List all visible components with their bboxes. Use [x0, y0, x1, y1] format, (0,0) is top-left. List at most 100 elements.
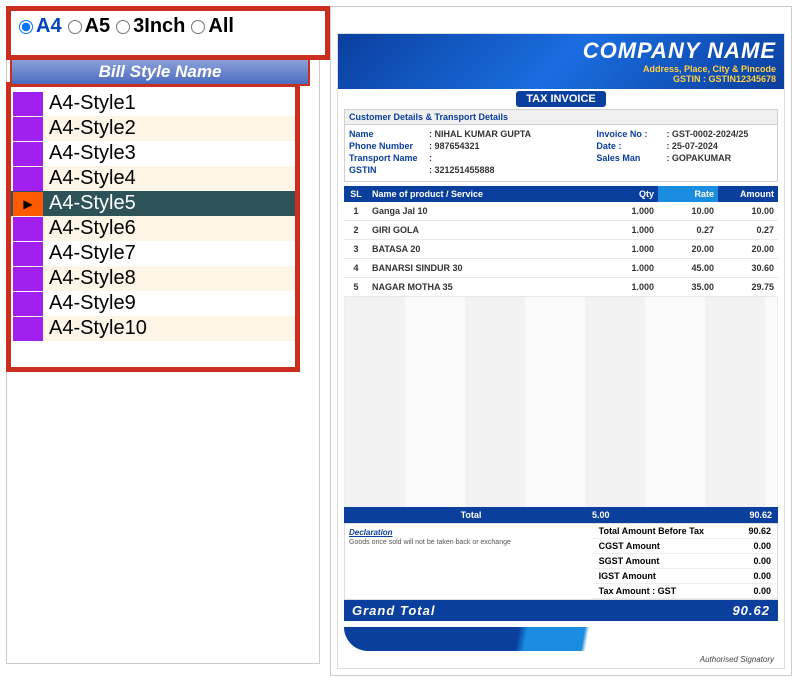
taxgst-lbl: Tax Amount : GST	[599, 586, 677, 596]
bottom-block: Declaration Goods once sold will not be …	[344, 523, 778, 600]
invoice-preview-panel: COMPANY NAME Address, Place, City & Pinc…	[330, 6, 792, 676]
col-amount: Amount	[718, 186, 778, 202]
item-name: BATASA 20	[368, 240, 598, 259]
radio-a5-input[interactable]	[68, 20, 82, 34]
total-qty: 5.00	[592, 510, 652, 520]
radio-3inch[interactable]: 3Inch	[116, 15, 185, 38]
item-row: 5NAGAR MOTHA 351.00035.0029.75	[344, 278, 778, 297]
style-color-marker	[13, 92, 43, 116]
style-row[interactable]: A4-Style8	[11, 266, 295, 291]
invno-val: : GST-0002-2024/25	[666, 129, 748, 139]
style-row[interactable]: A4-Style10	[11, 316, 295, 341]
style-color-marker	[13, 317, 43, 341]
arrow-right-icon: ▶	[13, 192, 43, 216]
radio-a4[interactable]: A4	[19, 15, 62, 38]
col-name: Name of product / Service	[368, 186, 598, 202]
item-rate: 35.00	[658, 278, 718, 297]
items-table: SL Name of product / Service Qty Rate Am…	[344, 186, 778, 297]
igst-lbl: IGST Amount	[599, 571, 656, 581]
cust-phone-lbl: Phone Number	[349, 141, 429, 151]
declaration-box: Declaration Goods once sold will not be …	[345, 524, 593, 599]
company-address: Address, Place, City & Pincode	[346, 64, 776, 74]
item-qty: 1.000	[598, 202, 658, 221]
style-row[interactable]: A4-Style4	[11, 166, 295, 191]
style-row-label: A4-Style5	[49, 192, 295, 215]
cust-gstin-lbl: GSTIN	[349, 165, 429, 175]
cust-trans-val: :	[429, 153, 432, 163]
item-qty: 1.000	[598, 278, 658, 297]
authorised-signatory: Authorised Signatory	[338, 655, 774, 664]
customer-details-header: Customer Details & Transport Details	[345, 110, 777, 125]
style-row-label: A4-Style9	[49, 292, 295, 315]
item-sl: 1	[344, 202, 368, 221]
col-rate: Rate	[658, 186, 718, 202]
cgst-val: 0.00	[753, 541, 771, 551]
cgst-lbl: CGST Amount	[599, 541, 660, 551]
item-row: 2GIRI GOLA1.0000.270.27	[344, 221, 778, 240]
style-row-label: A4-Style7	[49, 242, 295, 265]
style-row-label: A4-Style8	[49, 267, 295, 290]
style-row[interactable]: A4-Style1	[11, 91, 295, 116]
style-row-label: A4-Style1	[49, 92, 295, 115]
style-row-label: A4-Style6	[49, 217, 295, 240]
style-row[interactable]: A4-Style7	[11, 241, 295, 266]
items-filler	[344, 297, 778, 507]
style-color-marker	[13, 292, 43, 316]
radio-a4-input[interactable]	[19, 20, 33, 34]
cust-name-lbl: Name	[349, 129, 429, 139]
igst-val: 0.00	[753, 571, 771, 581]
style-row[interactable]: A4-Style3	[11, 141, 295, 166]
grand-total-label: Grand Total	[352, 603, 435, 618]
total-label: Total	[350, 510, 592, 520]
item-sl: 2	[344, 221, 368, 240]
style-row[interactable]: A4-Style6	[11, 216, 295, 241]
cust-gstin-val: : 321251455888	[429, 165, 495, 175]
tax-invoice-badge-text: TAX INVOICE	[516, 91, 605, 107]
style-row-label: A4-Style4	[49, 167, 295, 190]
style-row-label: A4-Style3	[49, 142, 295, 165]
radio-a5[interactable]: A5	[68, 15, 111, 38]
invno-lbl: Invoice No :	[596, 129, 666, 139]
invoice-header: COMPANY NAME Address, Place, City & Pinc…	[338, 34, 784, 89]
declaration-text: Goods once sold will not be taken back o…	[349, 539, 589, 546]
item-row: 1Ganga Jal 101.00010.0010.00	[344, 202, 778, 221]
cust-phone-val: : 987654321	[429, 141, 480, 151]
date-lbl: Date :	[596, 141, 666, 151]
item-amt: 0.27	[718, 221, 778, 240]
radio-all[interactable]: All	[191, 15, 234, 38]
total-row: Total 5.00 90.62	[344, 507, 778, 523]
radio-3inch-input[interactable]	[116, 20, 130, 34]
item-amt: 20.00	[718, 240, 778, 259]
items-header-row: SL Name of product / Service Qty Rate Am…	[344, 186, 778, 202]
item-rate: 0.27	[658, 221, 718, 240]
item-row: 3BATASA 201.00020.0020.00	[344, 240, 778, 259]
company-gstin: GSTIN : GSTIN12345678	[346, 74, 776, 84]
item-name: BANARSI SINDUR 30	[368, 259, 598, 278]
col-sl: SL	[344, 186, 368, 202]
style-row[interactable]: A4-Style2	[11, 116, 295, 141]
radio-all-input[interactable]	[191, 20, 205, 34]
tax-invoice-badge: TAX INVOICE	[338, 93, 784, 105]
radio-a4-label: A4	[36, 15, 62, 38]
style-list-header-label: Bill Style Name	[12, 60, 308, 82]
radio-a5-label: A5	[85, 15, 111, 38]
company-name: COMPANY NAME	[346, 38, 776, 64]
before-tax-val: 90.62	[748, 526, 771, 536]
cust-trans-lbl: Transport Name	[349, 153, 429, 163]
footer-swoosh	[344, 627, 778, 651]
tax-summary: Total Amount Before Tax90.62 CGST Amount…	[593, 524, 777, 599]
item-rate: 45.00	[658, 259, 718, 278]
item-sl: 4	[344, 259, 368, 278]
style-color-marker	[13, 142, 43, 166]
item-row: 4BANARSI SINDUR 301.00045.0030.60	[344, 259, 778, 278]
sales-val: : GOPAKUMAR	[666, 153, 731, 163]
style-row[interactable]: ▶ A4-Style5	[11, 191, 295, 216]
taxgst-val: 0.00	[753, 586, 771, 596]
style-row-label: A4-Style10	[49, 317, 295, 340]
item-qty: 1.000	[598, 240, 658, 259]
cust-name-val: : NIHAL KUMAR GUPTA	[429, 129, 531, 139]
customer-details-box: Customer Details & Transport Details Nam…	[344, 109, 778, 182]
item-sl: 3	[344, 240, 368, 259]
style-row[interactable]: A4-Style9	[11, 291, 295, 316]
grand-total-row: Grand Total 90.62	[344, 600, 778, 621]
